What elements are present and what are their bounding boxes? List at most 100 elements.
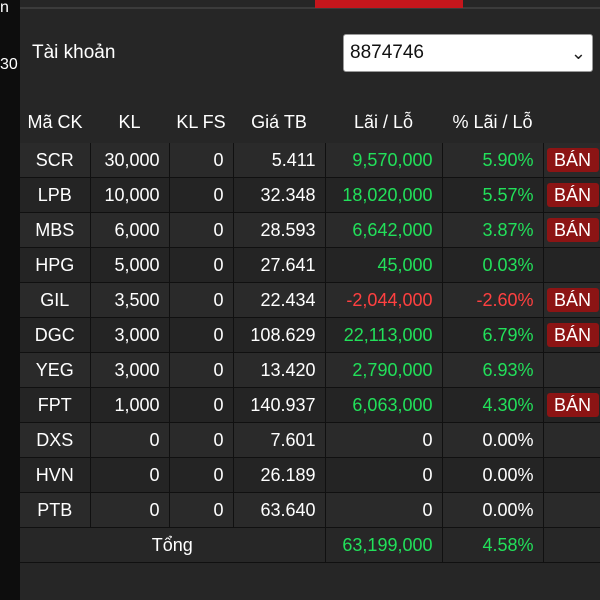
cell-avg-price: 13.420	[233, 352, 326, 388]
cell-quantity: 3,000	[90, 317, 170, 353]
cell-symbol: YEG	[20, 352, 91, 388]
portfolio-panel: Tài khoản 8874746 ⌄ Mã CK KL KL FS Giá T…	[20, 0, 600, 600]
cell-quantity-fs: 0	[169, 143, 234, 178]
account-select[interactable]: 8874746 ⌄	[343, 34, 593, 72]
cell-pnl: 9,570,000	[325, 143, 443, 178]
active-tab-indicator[interactable]	[315, 0, 463, 8]
table-row[interactable]: DXS 0 0 7.601 0 0.00%	[20, 422, 600, 458]
table-row[interactable]: SCR 30,000 0 5.411 9,570,000 5.90% BÁN	[20, 143, 600, 178]
cell-pnl-percent: 0.00%	[442, 492, 544, 528]
cell-symbol: DGC	[20, 317, 91, 353]
cell-action: BÁN	[543, 143, 600, 178]
top-tab-bar	[20, 0, 600, 10]
cell-action: BÁN	[543, 212, 600, 248]
cell-pnl-percent: 5.57%	[442, 177, 544, 213]
cell-action	[543, 422, 600, 458]
table-row[interactable]: YEG 3,000 0 13.420 2,790,000 6.93%	[20, 352, 600, 388]
cell-quantity: 3,500	[90, 282, 170, 318]
cell-action	[543, 492, 600, 528]
cell-pnl-percent: 0.03%	[442, 247, 544, 283]
left-edge-strip: n 30	[0, 0, 20, 600]
cell-avg-price: 108.629	[233, 317, 326, 353]
sell-button[interactable]: BÁN	[546, 393, 599, 417]
cell-quantity-fs: 0	[169, 387, 234, 423]
cell-symbol: GIL	[20, 282, 91, 318]
cell-symbol: LPB	[20, 177, 91, 213]
table-row[interactable]: PTB 0 0 63.640 0 0.00%	[20, 492, 600, 528]
cell-pnl-percent: 4.30%	[442, 387, 544, 423]
cell-pnl-percent: 6.79%	[442, 317, 544, 353]
cell-quantity: 30,000	[90, 143, 170, 178]
header-action	[543, 101, 600, 143]
cell-action	[543, 247, 600, 283]
cell-pnl: -2,044,000	[325, 282, 443, 318]
cell-pnl-percent: 5.90%	[442, 143, 544, 178]
cell-quantity: 0	[90, 422, 170, 458]
cell-quantity: 5,000	[90, 247, 170, 283]
cell-pnl: 22,113,000	[325, 317, 443, 353]
total-pnl-percent: 4.58%	[442, 527, 544, 563]
cell-avg-price: 27.641	[233, 247, 326, 283]
account-select-value: 8874746	[350, 42, 424, 63]
table-row[interactable]: MBS 6,000 0 28.593 6,642,000 3.87% BÁN	[20, 212, 600, 248]
cell-quantity-fs: 0	[169, 247, 234, 283]
total-pnl: 63,199,000	[325, 527, 443, 563]
cell-action: BÁN	[543, 387, 600, 423]
cell-symbol: SCR	[20, 143, 91, 178]
cell-pnl: 6,063,000	[325, 387, 443, 423]
cell-pnl-percent: -2.60%	[442, 282, 544, 318]
cell-pnl-percent: 3.87%	[442, 212, 544, 248]
cell-pnl: 45,000	[325, 247, 443, 283]
cell-quantity-fs: 0	[169, 352, 234, 388]
cell-action: BÁN	[543, 317, 600, 353]
cell-action: BÁN	[543, 177, 600, 213]
table-row[interactable]: DGC 3,000 0 108.629 22,113,000 6.79% BÁN	[20, 317, 600, 353]
cell-avg-price: 26.189	[233, 457, 326, 493]
holdings-table: Mã CK KL KL FS Giá TB Lãi / Lỗ % Lãi / L…	[20, 101, 600, 563]
cell-quantity-fs: 0	[169, 492, 234, 528]
cell-quantity-fs: 0	[169, 177, 234, 213]
table-row[interactable]: HVN 0 0 26.189 0 0.00%	[20, 457, 600, 493]
cell-quantity: 1,000	[90, 387, 170, 423]
table-total-row: Tổng 63,199,000 4.58%	[20, 527, 600, 563]
sell-button[interactable]: BÁN	[546, 218, 599, 242]
header-symbol[interactable]: Mã CK	[20, 101, 90, 143]
table-row[interactable]: FPT 1,000 0 140.937 6,063,000 4.30% BÁN	[20, 387, 600, 423]
cell-pnl-percent: 6.93%	[442, 352, 544, 388]
cell-avg-price: 63.640	[233, 492, 326, 528]
cell-symbol: FPT	[20, 387, 91, 423]
table-row[interactable]: LPB 10,000 0 32.348 18,020,000 5.57% BÁN	[20, 177, 600, 213]
sell-button[interactable]: BÁN	[546, 288, 599, 312]
cell-pnl: 18,020,000	[325, 177, 443, 213]
cell-avg-price: 5.411	[233, 143, 326, 178]
cell-pnl: 0	[325, 422, 443, 458]
cell-quantity: 6,000	[90, 212, 170, 248]
sell-button[interactable]: BÁN	[546, 148, 599, 172]
cell-symbol: DXS	[20, 422, 91, 458]
table-row[interactable]: HPG 5,000 0 27.641 45,000 0.03%	[20, 247, 600, 283]
header-avg-price[interactable]: Giá TB	[233, 101, 325, 143]
header-quantity[interactable]: KL	[90, 101, 169, 143]
cell-quantity-fs: 0	[169, 317, 234, 353]
cell-quantity: 0	[90, 492, 170, 528]
table-header-row: Mã CK KL KL FS Giá TB Lãi / Lỗ % Lãi / L…	[20, 101, 600, 143]
app-frame: n 30 Tài khoản 8874746 ⌄ Mã CK KL KL FS …	[0, 0, 600, 600]
cell-avg-price: 22.434	[233, 282, 326, 318]
sell-button[interactable]: BÁN	[546, 323, 599, 347]
cell-quantity-fs: 0	[169, 282, 234, 318]
table-row[interactable]: GIL 3,500 0 22.434 -2,044,000 -2.60% BÁN	[20, 282, 600, 318]
top-divider	[20, 7, 600, 9]
header-pnl-percent[interactable]: % Lãi / Lỗ	[442, 101, 543, 143]
header-quantity-fs[interactable]: KL FS	[169, 101, 233, 143]
holdings-body: SCR 30,000 0 5.411 9,570,000 5.90% BÁN LPB 10,00…	[20, 143, 600, 563]
cell-pnl: 0	[325, 492, 443, 528]
cell-pnl: 6,642,000	[325, 212, 443, 248]
cell-action: BÁN	[543, 282, 600, 318]
cell-pnl-percent: 0.00%	[442, 422, 544, 458]
sell-button[interactable]: BÁN	[546, 183, 599, 207]
header-pnl[interactable]: Lãi / Lỗ	[325, 101, 442, 143]
cell-avg-price: 28.593	[233, 212, 326, 248]
cell-action	[543, 457, 600, 493]
cell-pnl: 2,790,000	[325, 352, 443, 388]
cell-action	[543, 352, 600, 388]
